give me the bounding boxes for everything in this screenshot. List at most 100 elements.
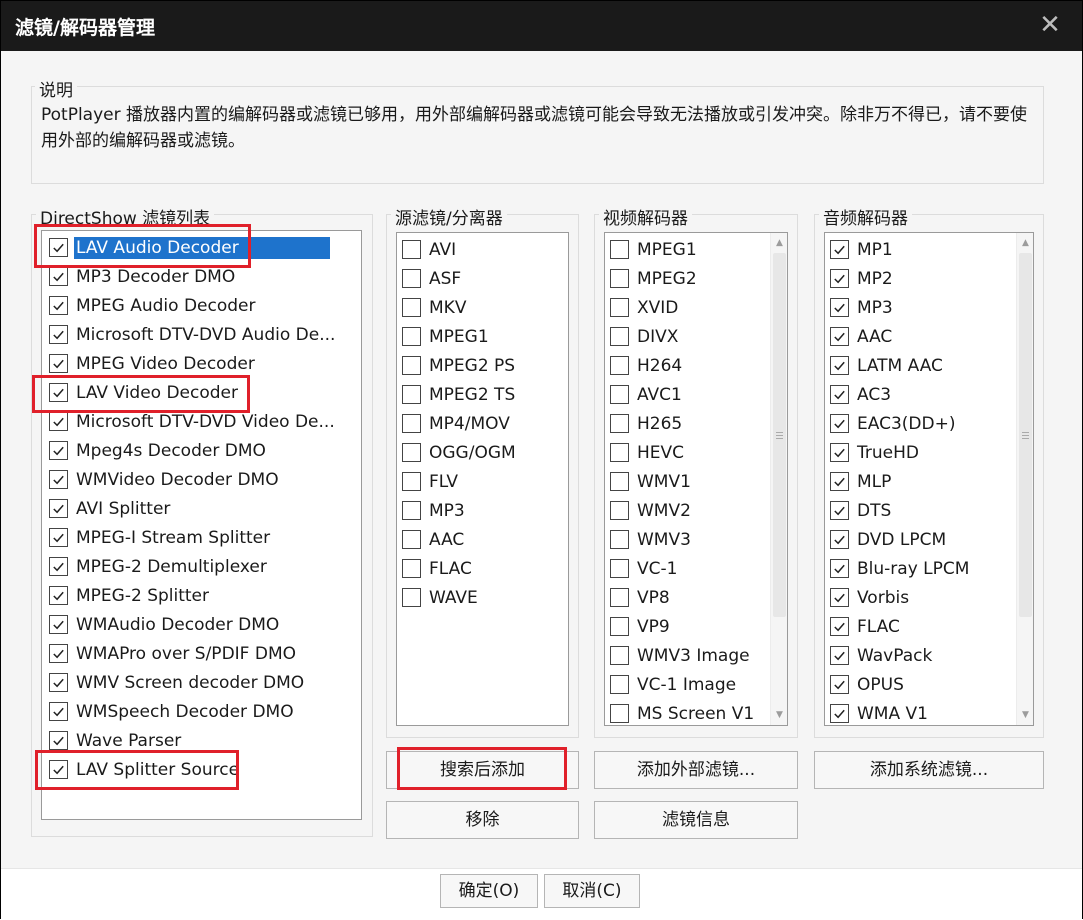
list-item[interactable]: XVID: [610, 293, 680, 322]
directshow-filter-list[interactable]: LAV Audio Decoder MP3 Decoder DMO MPEG Aud…: [41, 230, 362, 820]
list-item[interactable]: WMV3: [610, 525, 693, 554]
checkbox-unchecked[interactable]: [402, 559, 421, 578]
scroll-up-arrow-icon[interactable]: ▲: [771, 235, 787, 251]
add-external-filter-button[interactable]: 添加外部滤镜...: [594, 751, 798, 789]
checkbox-unchecked[interactable]: [402, 327, 421, 346]
list-item[interactable]: Blu-ray LPCM: [830, 554, 971, 583]
checkbox-checked[interactable]: [49, 499, 68, 518]
list-item[interactable]: Microsoft DTV-DVD Audio De...: [49, 320, 337, 349]
list-item[interactable]: TrueHD: [830, 438, 921, 467]
close-icon[interactable]: ✕: [1034, 9, 1066, 41]
list-item[interactable]: MS Screen V1: [610, 699, 756, 725]
checkbox-checked[interactable]: [49, 528, 68, 547]
list-item[interactable]: MPEG-2 Splitter: [49, 581, 211, 610]
cancel-button[interactable]: 取消(C): [544, 874, 640, 908]
list-item[interactable]: MPEG-2 Demultiplexer: [49, 552, 269, 581]
checkbox-checked[interactable]: [830, 646, 849, 665]
list-item[interactable]: OPUS: [830, 670, 906, 699]
scroll-up-arrow-icon[interactable]: ▲: [1017, 235, 1033, 251]
checkbox-checked[interactable]: [830, 240, 849, 259]
checkbox-unchecked[interactable]: [610, 443, 629, 462]
list-item[interactable]: Mpeg4s Decoder DMO: [49, 436, 268, 465]
list-item[interactable]: WMVideo Decoder DMO: [49, 465, 281, 494]
checkbox-checked[interactable]: [830, 298, 849, 317]
list-item[interactable]: AAC: [402, 525, 466, 554]
checkbox-checked[interactable]: [830, 385, 849, 404]
checkbox-checked[interactable]: [830, 327, 849, 346]
list-item[interactable]: VC-1: [610, 554, 679, 583]
checkbox-checked[interactable]: [49, 470, 68, 489]
list-item[interactable]: WMV1: [610, 467, 693, 496]
checkbox-checked[interactable]: [830, 472, 849, 491]
video-decoder-list[interactable]: MPEG1 MPEG2 XVID DIVX H264 AVC1 H265 HEVC WMV1 WM…: [604, 232, 788, 726]
list-item[interactable]: WavPack: [830, 641, 934, 670]
list-item[interactable]: LAV Video Decoder: [49, 378, 240, 407]
checkbox-checked[interactable]: [49, 731, 68, 750]
list-item[interactable]: WMSpeech Decoder DMO: [49, 697, 296, 726]
checkbox-checked[interactable]: [830, 269, 849, 288]
checkbox-checked[interactable]: [49, 354, 68, 373]
checkbox-unchecked[interactable]: [610, 472, 629, 491]
checkbox-unchecked[interactable]: [610, 501, 629, 520]
list-item[interactable]: DIVX: [610, 322, 680, 351]
list-item[interactable]: AAC: [830, 322, 894, 351]
checkbox-unchecked[interactable]: [402, 240, 421, 259]
list-item[interactable]: Wave Parser: [49, 726, 183, 755]
checkbox-checked[interactable]: [49, 557, 68, 576]
checkbox-checked[interactable]: [830, 414, 849, 433]
checkbox-unchecked[interactable]: [610, 646, 629, 665]
checkbox-checked[interactable]: [49, 325, 68, 344]
checkbox-checked[interactable]: [49, 702, 68, 721]
checkbox-unchecked[interactable]: [402, 472, 421, 491]
checkbox-unchecked[interactable]: [610, 588, 629, 607]
audio-decoder-list[interactable]: MP1 MP2 MP3 AAC LATM AAC AC3 EAC3(DD+) TrueHD ML…: [824, 232, 1034, 726]
list-item[interactable]: LAV Splitter Source: [49, 755, 241, 784]
remove-button[interactable]: 移除: [386, 801, 579, 839]
list-item[interactable]: MP1: [830, 235, 895, 264]
list-item[interactable]: AC3: [830, 380, 893, 409]
list-item[interactable]: VP8: [610, 583, 672, 612]
checkbox-checked[interactable]: [49, 586, 68, 605]
list-item[interactable]: MP3 Decoder DMO: [49, 262, 237, 291]
checkbox-checked[interactable]: [49, 412, 68, 431]
list-item[interactable]: LAV Audio Decoder: [49, 233, 330, 262]
checkbox-unchecked[interactable]: [610, 269, 629, 288]
checkbox-checked[interactable]: [830, 675, 849, 694]
checkbox-unchecked[interactable]: [610, 559, 629, 578]
list-item[interactable]: MP2: [830, 264, 895, 293]
list-item[interactable]: Microsoft DTV-DVD Video De...: [49, 407, 337, 436]
checkbox-unchecked[interactable]: [402, 269, 421, 288]
list-item[interactable]: ASF: [402, 264, 463, 293]
list-item[interactable]: WMA V1: [830, 699, 930, 725]
checkbox-checked[interactable]: [830, 443, 849, 462]
list-item[interactable]: AVC1: [610, 380, 684, 409]
list-item[interactable]: EAC3(DD+): [830, 409, 957, 438]
checkbox-unchecked[interactable]: [610, 414, 629, 433]
checkbox-unchecked[interactable]: [610, 675, 629, 694]
list-item[interactable]: MP3: [402, 496, 467, 525]
list-item[interactable]: MPEG2: [610, 264, 699, 293]
list-item[interactable]: MP4/MOV: [402, 409, 512, 438]
filter-info-button[interactable]: 滤镜信息: [594, 801, 798, 839]
checkbox-checked[interactable]: [49, 238, 68, 257]
checkbox-unchecked[interactable]: [402, 530, 421, 549]
scrollbar-thumb[interactable]: [773, 253, 786, 618]
checkbox-unchecked[interactable]: [610, 240, 629, 259]
checkbox-unchecked[interactable]: [610, 530, 629, 549]
list-item[interactable]: FLAC: [830, 612, 902, 641]
list-item[interactable]: AVI Splitter: [49, 494, 172, 523]
checkbox-unchecked[interactable]: [610, 327, 629, 346]
checkbox-unchecked[interactable]: [610, 385, 629, 404]
list-item[interactable]: H265: [610, 409, 684, 438]
list-item[interactable]: MPEG2 TS: [402, 380, 517, 409]
list-item[interactable]: MPEG Video Decoder: [49, 349, 257, 378]
checkbox-checked[interactable]: [49, 296, 68, 315]
checkbox-unchecked[interactable]: [402, 414, 421, 433]
checkbox-checked[interactable]: [49, 644, 68, 663]
list-item[interactable]: DTS: [830, 496, 893, 525]
checkbox-checked[interactable]: [830, 617, 849, 636]
checkbox-unchecked[interactable]: [402, 385, 421, 404]
checkbox-checked[interactable]: [49, 760, 68, 779]
checkbox-unchecked[interactable]: [610, 704, 629, 723]
list-item[interactable]: VC-1 Image: [610, 670, 738, 699]
